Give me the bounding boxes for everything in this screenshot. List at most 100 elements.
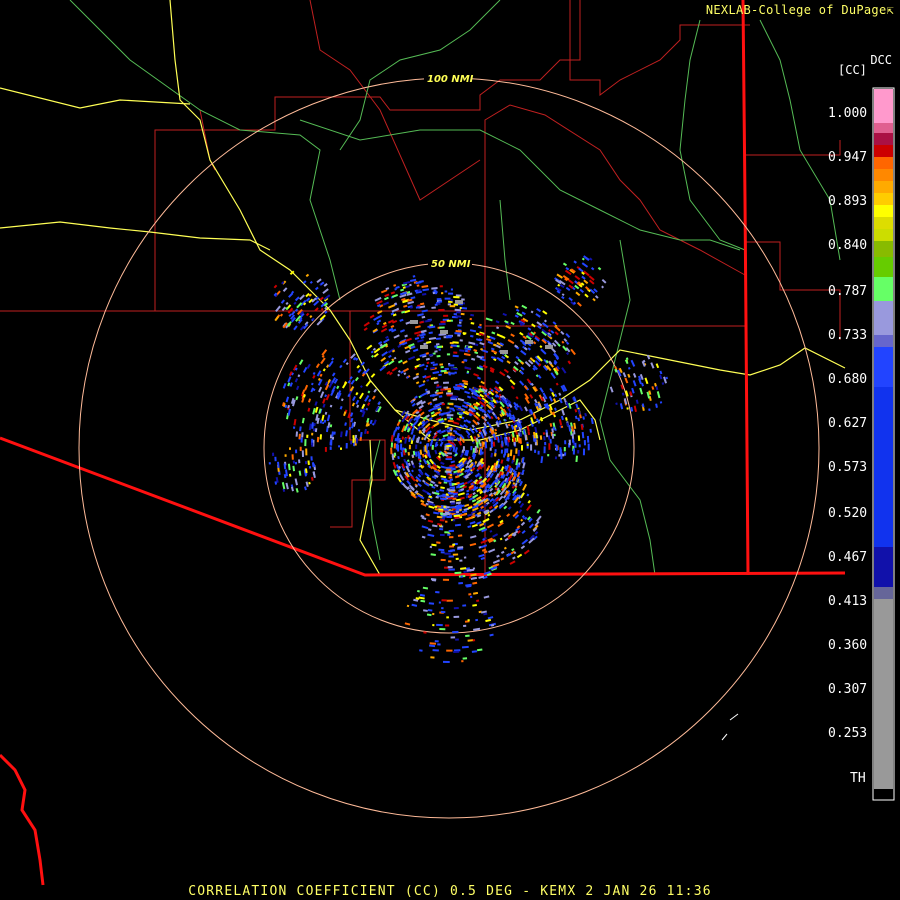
echo-speck [364,428,367,435]
echo-speck [449,417,454,420]
echo-speck [445,335,453,338]
echo-speck [534,399,538,404]
echo-speck [537,450,540,455]
echo-speck [420,499,425,504]
echo-speck [479,323,482,327]
echo-speck [457,534,463,537]
echo-speck [311,442,314,447]
echo-speck [430,361,435,365]
echo-speck [621,392,625,396]
echo-speck [359,437,362,441]
echo-speck [308,465,312,469]
echo-speck [587,443,590,451]
echo-speck [459,349,465,352]
echo-speck [471,650,478,653]
echo-speck [448,482,452,485]
echo-speck [292,460,296,464]
echo-speck [563,446,566,452]
echo-speck [575,455,578,462]
echo-speck [452,354,459,358]
echo-speck [449,506,456,509]
echo-speck [399,329,405,333]
echo-speck [319,391,325,399]
echo-speck [460,312,465,316]
echo-speck [407,451,411,456]
echo-speck [414,336,420,340]
echo-speck [451,549,454,552]
echo-speck [630,359,636,367]
echo-speck [299,294,305,301]
echo-speck [440,461,445,465]
echo-speck [447,303,451,306]
echo-speck [581,257,585,261]
echo-speck [446,456,452,459]
echo-speck [366,402,371,406]
radar-map: 50 NMI 100 NMI [0,0,895,886]
echo-speck [554,407,557,411]
echo-speck [421,315,426,319]
echo-speck [422,586,429,590]
echo-speck [558,419,563,426]
echo-speck [434,483,439,488]
echo-speck [287,408,291,416]
echo-speck [433,381,439,385]
echo-speck [509,449,513,457]
echo-speck [568,297,573,302]
echo-speck [565,351,570,356]
echo-speck [574,415,578,420]
echo-speck [281,482,286,490]
echo-speck [422,288,430,292]
echo-speck [564,440,567,445]
echo-speck [440,486,445,490]
echo-speck [506,360,511,365]
echo-speck [575,403,579,409]
echo-speck [480,557,485,561]
echo-speck [448,560,452,563]
echo-speck [439,363,444,366]
echo-speck [456,311,461,314]
echo-speck [447,411,451,414]
echo-speck [532,412,537,420]
echo-speck [476,599,480,602]
echo-speck [465,345,469,349]
echo-speck [441,402,446,406]
echo-speck [601,285,605,289]
echo-speck [306,434,309,438]
echo-speck [385,287,390,291]
echo-speck [449,514,452,517]
product-caption: CORRELATION COEFFICIENT (CC) 0.5 DEG - K… [188,884,712,899]
echo-speck [438,601,441,604]
echo-speck [597,266,602,271]
echo-speck [431,306,436,309]
echo-speck [521,530,526,535]
echo-speck [400,288,405,292]
echo-speck [306,363,311,369]
echo-speck [472,639,476,642]
echo-speck [444,552,451,555]
echo-speck [416,357,421,361]
echo-speck [438,322,446,326]
echo-speck [329,424,333,428]
echo-speck [455,638,459,641]
echo-speck [565,333,571,338]
state-borders [0,0,846,886]
echo-speck [287,376,292,383]
echo-speck [287,463,291,471]
echo-speck [444,418,447,421]
echo-speck [448,555,454,558]
echo-speck [403,304,408,308]
echo-speck [319,434,323,440]
echo-speck [548,443,551,450]
echo-speck [453,313,457,316]
echo-speck [659,401,663,404]
echo-speck [406,480,412,486]
echo-speck [515,448,518,454]
echo-speck [485,618,492,623]
echo-speck [651,386,655,390]
echo-speck [307,460,310,465]
echo-speck [380,357,387,362]
echo-speck [507,408,512,413]
echo-speck [459,559,463,562]
echo-speck [424,472,430,478]
echo-speck [499,371,506,377]
